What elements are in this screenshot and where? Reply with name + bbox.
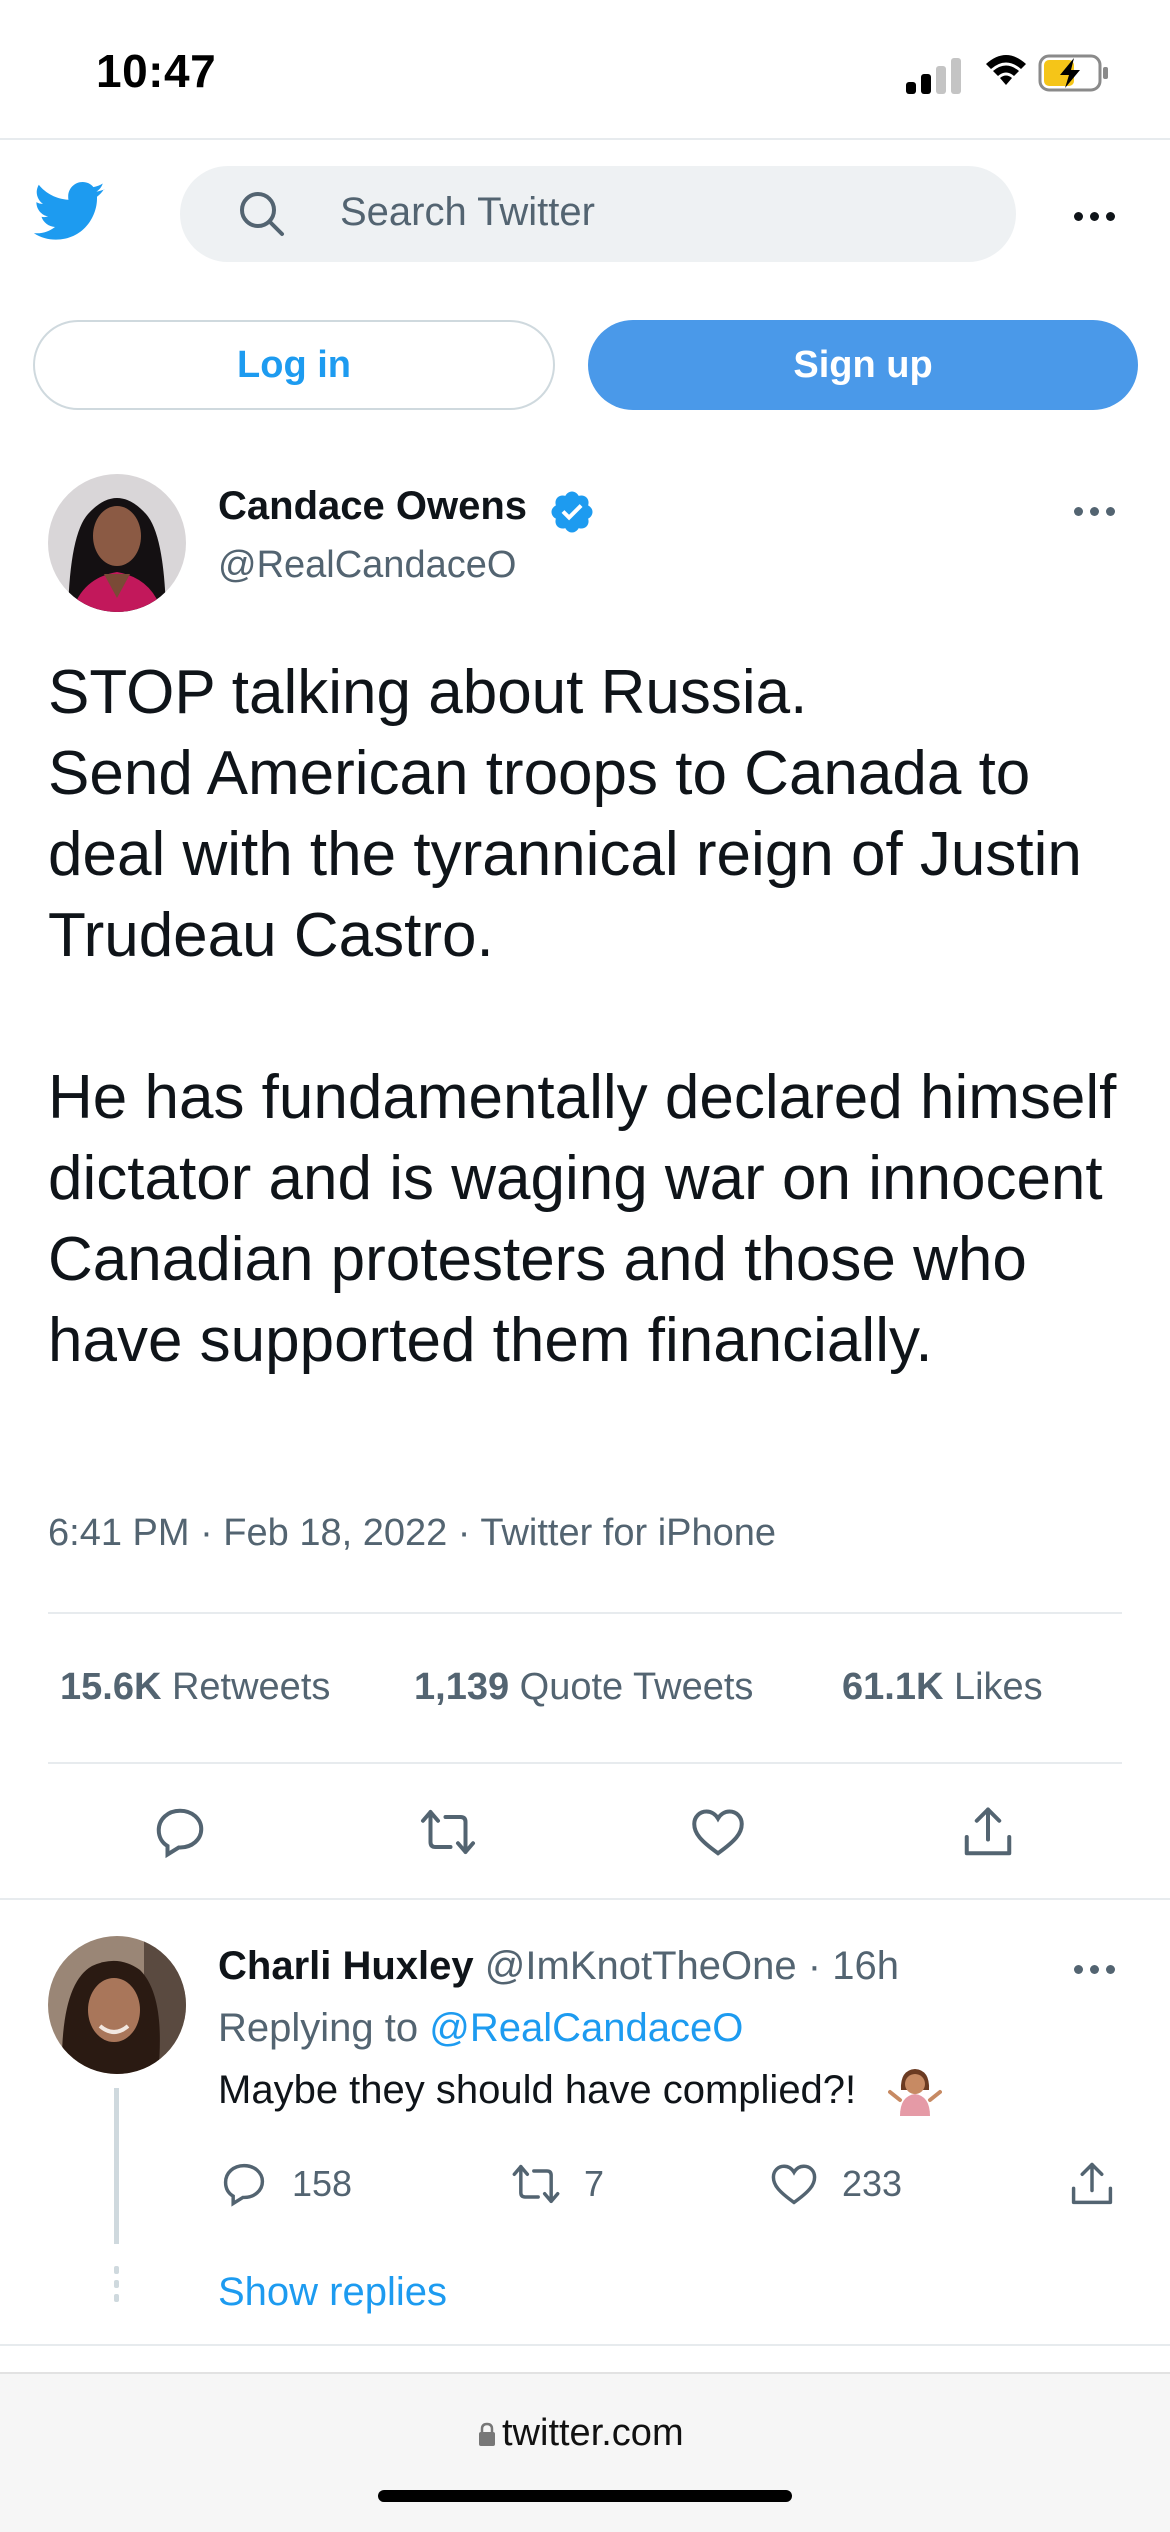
retweet-count: 7: [584, 2163, 605, 2204]
thread-continuation: [114, 2266, 119, 2316]
likes-count: 61.1K: [842, 1666, 944, 1708]
replying-to: Replying to @RealCandaceO: [218, 2006, 743, 2051]
reply-share-action[interactable]: [1066, 2156, 1118, 2212]
home-indicator[interactable]: [378, 2490, 792, 2502]
tweet-timestamp[interactable]: 6:41 PM · Feb 18, 2022 · Twitter for iPh…: [48, 1512, 776, 1555]
reply-reply-action[interactable]: 158: [218, 2156, 352, 2212]
person-shrugging-emoji-icon: [888, 2069, 942, 2116]
reply-retweet-action[interactable]: 7: [510, 2156, 604, 2212]
divider: [48, 1612, 1122, 1614]
author-name[interactable]: Candace Owens: [218, 484, 527, 529]
verified-badge-icon: [551, 491, 593, 533]
reply-icon: [223, 2163, 265, 2207]
more-icon[interactable]: [1074, 196, 1122, 236]
retweets-stat[interactable]: 15.6K Retweets: [60, 1666, 330, 1709]
quotes-count: 1,139: [414, 1666, 510, 1708]
status-divider: [0, 138, 1170, 140]
divider: [48, 1762, 1122, 1764]
retweet-icon: [512, 2164, 560, 2204]
status-time: 10:47: [96, 45, 217, 97]
like-icon: [771, 2164, 817, 2205]
quote-tweets-stat[interactable]: 1,139 Quote Tweets: [414, 1666, 753, 1709]
wifi-icon: [986, 55, 1026, 85]
signup-button[interactable]: Sign up: [588, 320, 1138, 410]
search-placeholder: Search Twitter: [340, 190, 595, 234]
search-input[interactable]: [180, 166, 1016, 262]
avatar[interactable]: [48, 474, 186, 612]
cellular-signal-icon: [906, 54, 962, 94]
tweet-more-icon[interactable]: [1074, 496, 1122, 526]
like-icon[interactable]: [688, 1802, 748, 1862]
tweet-text: STOP talking about Russia. Send American…: [48, 658, 1117, 1375]
login-button[interactable]: Log in: [33, 320, 555, 410]
likes-label: Likes: [953, 1666, 1043, 1708]
divider: [0, 1898, 1170, 1900]
likes-stat[interactable]: 61.1K Likes: [842, 1666, 1043, 1709]
lock-icon: [479, 2422, 495, 2446]
quotes-label: Quote Tweets: [519, 1666, 754, 1708]
search-icon: [240, 192, 284, 236]
reply-count: 158: [292, 2163, 353, 2204]
reply-author-handle[interactable]: @ImKnotTheOne: [485, 1944, 797, 1988]
battery-charging-icon: [1038, 54, 1108, 92]
show-replies-link[interactable]: Show replies: [218, 2270, 447, 2315]
reply-time: · 16h: [807, 1944, 899, 1988]
author-handle[interactable]: @RealCandaceO: [218, 544, 516, 587]
share-icon: [1071, 2162, 1113, 2205]
retweets-label: Retweets: [171, 1666, 331, 1708]
retweets-count: 15.6K: [60, 1666, 162, 1708]
url-text: twitter.com: [502, 2412, 684, 2454]
reply-author-name[interactable]: Charli Huxley: [218, 1944, 474, 1988]
retweet-icon[interactable]: [418, 1802, 478, 1862]
reply-like-action[interactable]: 233: [768, 2156, 902, 2212]
reply-more-icon[interactable]: [1074, 1954, 1122, 1984]
reply-icon[interactable]: [150, 1802, 210, 1862]
reply-header[interactable]: Charli Huxley @ImKnotTheOne · 16h: [218, 1944, 899, 1989]
twitter-bird-icon[interactable]: [34, 180, 106, 244]
reply-text: Maybe they should have complied?!: [218, 2068, 857, 2112]
replying-handle[interactable]: @RealCandaceO: [429, 2006, 743, 2050]
replying-prefix: Replying to: [218, 2006, 419, 2050]
divider: [0, 2344, 1170, 2346]
url-bar[interactable]: twitter.com: [478, 2412, 684, 2455]
thread-line: [114, 2088, 119, 2244]
like-count: 233: [842, 2163, 903, 2204]
reply-avatar[interactable]: [48, 1936, 186, 2074]
share-icon[interactable]: [958, 1802, 1018, 1862]
